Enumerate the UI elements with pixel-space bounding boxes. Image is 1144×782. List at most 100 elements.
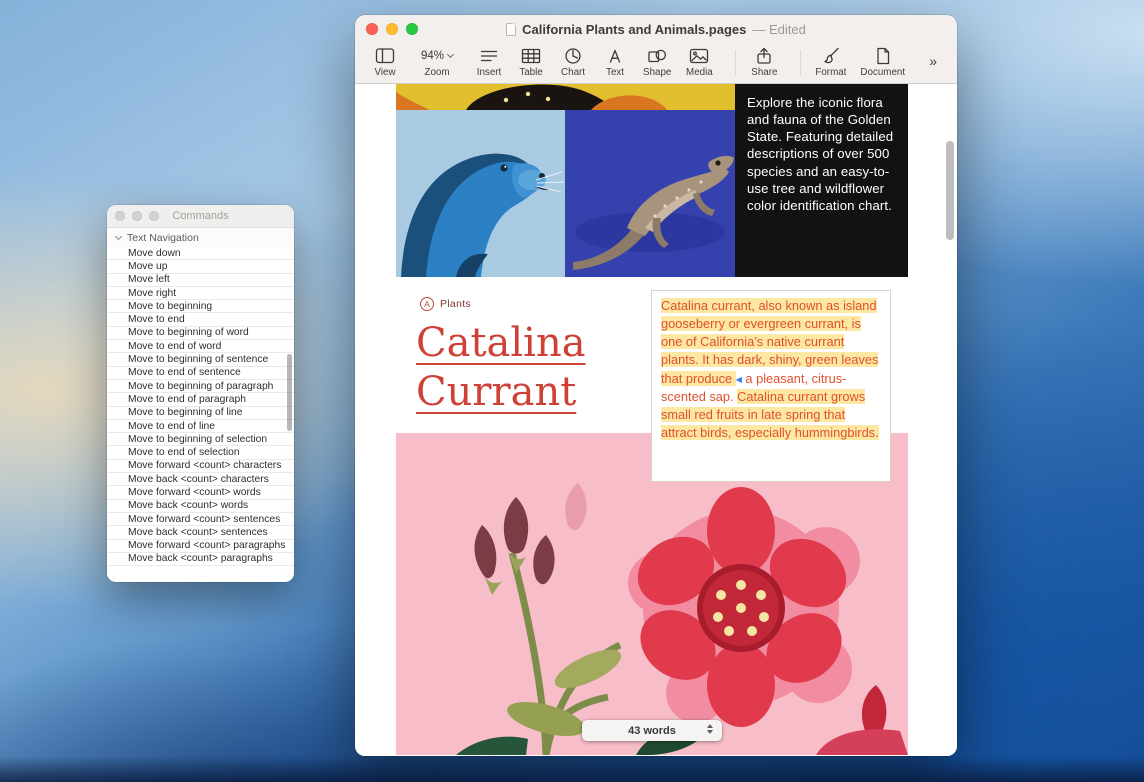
chevron-down-icon	[115, 232, 122, 239]
toolbar-overflow-button[interactable]: »	[923, 47, 943, 70]
format-brush-icon	[821, 47, 841, 65]
command-label: Move back <count> characters	[128, 474, 269, 485]
insert-button[interactable]: Insert	[475, 47, 503, 78]
command-list-item[interactable]: Move to beginning	[107, 300, 294, 313]
document-icon	[873, 47, 893, 65]
command-list-item[interactable]: Move back <count> words	[107, 500, 294, 513]
word-count-value: 43 words	[628, 725, 676, 737]
command-list-item[interactable]: Move forward <count> characters	[107, 460, 294, 473]
table-button[interactable]: Table	[517, 47, 545, 78]
close-button[interactable]	[366, 23, 378, 35]
table-icon	[521, 47, 541, 65]
commands-scrollbar[interactable]	[287, 354, 292, 431]
intro-text: Explore the iconic flora and fauna of th…	[747, 94, 896, 214]
document-scrollbar[interactable]	[946, 141, 954, 240]
command-label: Move forward <count> characters	[128, 460, 281, 471]
edited-status: — Edited	[752, 22, 805, 37]
word-count-stepper-icon[interactable]	[707, 724, 713, 734]
section-label: Text Navigation	[127, 232, 199, 244]
document-page: Explore the iconic flora and fauna of th…	[396, 84, 908, 755]
command-list-item[interactable]: Move to beginning of line	[107, 407, 294, 420]
commands-titlebar[interactable]: Commands	[107, 205, 294, 228]
command-label: Move forward <count> paragraphs	[128, 540, 285, 551]
minimize-button[interactable]	[132, 211, 142, 221]
title-section: A Plants Catalina Currant Catalina curra…	[396, 277, 908, 433]
text-button[interactable]: Text	[601, 47, 629, 78]
command-list-item[interactable]: Move to beginning of word	[107, 327, 294, 340]
step-up-icon	[707, 724, 713, 728]
traffic-lights-inactive	[115, 211, 159, 221]
command-list-item[interactable]: Move back <count> sentences	[107, 526, 294, 539]
format-button[interactable]: Format	[815, 47, 846, 78]
share-button[interactable]: Share	[750, 47, 778, 78]
intro-text-box[interactable]: Explore the iconic flora and fauna of th…	[735, 84, 908, 277]
command-list-item[interactable]: Move to beginning of selection	[107, 433, 294, 446]
text-icon	[605, 47, 625, 65]
category-badge: A	[420, 297, 434, 311]
command-list-item[interactable]: Move forward <count> paragraphs	[107, 540, 294, 553]
article-title[interactable]: Catalina Currant	[416, 319, 586, 417]
command-label: Move to beginning of word	[128, 327, 249, 338]
section-header-text-navigation[interactable]: Text Navigation	[107, 228, 294, 247]
zoom-window-button[interactable]	[149, 211, 159, 221]
command-label: Move to end of sentence	[128, 367, 241, 378]
view-sidebar-icon	[375, 47, 395, 65]
minimize-button[interactable]	[386, 23, 398, 35]
command-list-item[interactable]: Move to end of word	[107, 340, 294, 353]
command-label: Move to end of paragraph	[128, 394, 246, 405]
article-title-line2: Currant	[416, 368, 586, 417]
butterfly-band-illustration[interactable]	[396, 84, 735, 110]
command-list-item[interactable]: Move to end of paragraph	[107, 393, 294, 406]
body-text-box[interactable]: Catalina currant, also known as island g…	[651, 290, 891, 482]
document-button[interactable]: Document	[860, 47, 905, 78]
command-list-item[interactable]: Move to end of sentence	[107, 367, 294, 380]
command-label: Move to end of word	[128, 341, 221, 352]
share-icon	[754, 47, 774, 65]
command-list-item[interactable]: Move to end of line	[107, 420, 294, 433]
commands-list: Move down Move up Move left Move right M…	[107, 247, 294, 581]
media-button[interactable]: Media	[685, 47, 713, 78]
command-label: Move to end of selection	[128, 447, 240, 458]
command-list-item[interactable]: Move to beginning of paragraph	[107, 380, 294, 393]
zoom-control[interactable]: 94% Zoom	[421, 47, 453, 78]
command-list-item[interactable]: Move to end of selection	[107, 446, 294, 459]
document-canvas: Explore the iconic flora and fauna of th…	[355, 84, 957, 756]
command-label: Move forward <count> words	[128, 487, 261, 498]
command-label: Move back <count> sentences	[128, 527, 268, 538]
command-label: Move up	[128, 261, 168, 272]
command-list-item[interactable]: Move to beginning of sentence	[107, 353, 294, 366]
chevron-down-icon	[447, 51, 454, 58]
command-label: Move to beginning of sentence	[128, 354, 268, 365]
word-count-pill[interactable]: 43 words	[582, 720, 722, 741]
command-list-item[interactable]: Move to end	[107, 313, 294, 326]
command-list-item[interactable]: Move up	[107, 260, 294, 273]
view-button[interactable]: View	[371, 47, 399, 78]
pages-window: California Plants and Animals.pages — Ed…	[355, 15, 957, 756]
pages-titlebar[interactable]: California Plants and Animals.pages — Ed…	[355, 15, 957, 43]
category-tag[interactable]: A Plants	[420, 297, 471, 311]
desktop-wallpaper: Commands Text Navigation Move down Move …	[0, 0, 1144, 782]
command-label: Move to end	[128, 314, 185, 325]
command-list-item[interactable]: Move forward <count> sentences	[107, 513, 294, 526]
shape-icon	[647, 47, 667, 65]
shape-button[interactable]: Shape	[643, 47, 671, 78]
command-list-item[interactable]: Move back <count> paragraphs	[107, 553, 294, 566]
chart-button[interactable]: Chart	[559, 47, 587, 78]
command-label: Move back <count> paragraphs	[128, 553, 273, 564]
lizard-illustration[interactable]	[565, 110, 735, 277]
zoom-value: 94%	[421, 47, 453, 65]
command-list-item[interactable]: Move left	[107, 274, 294, 287]
command-list-item[interactable]: Move back <count> characters	[107, 473, 294, 486]
fullscreen-button[interactable]	[406, 23, 418, 35]
document-proxy-icon	[506, 23, 516, 36]
command-label: Move right	[128, 288, 176, 299]
command-list-item[interactable]: Move down	[107, 247, 294, 260]
command-label: Move forward <count> sentences	[128, 514, 280, 525]
command-label: Move to beginning of line	[128, 407, 243, 418]
close-button[interactable]	[115, 211, 125, 221]
command-list-item[interactable]: Move right	[107, 287, 294, 300]
command-list-item[interactable]: Move forward <count> words	[107, 486, 294, 499]
chart-icon	[563, 47, 583, 65]
seal-illustration[interactable]	[396, 110, 565, 277]
command-label: Move to beginning of paragraph	[128, 381, 273, 392]
